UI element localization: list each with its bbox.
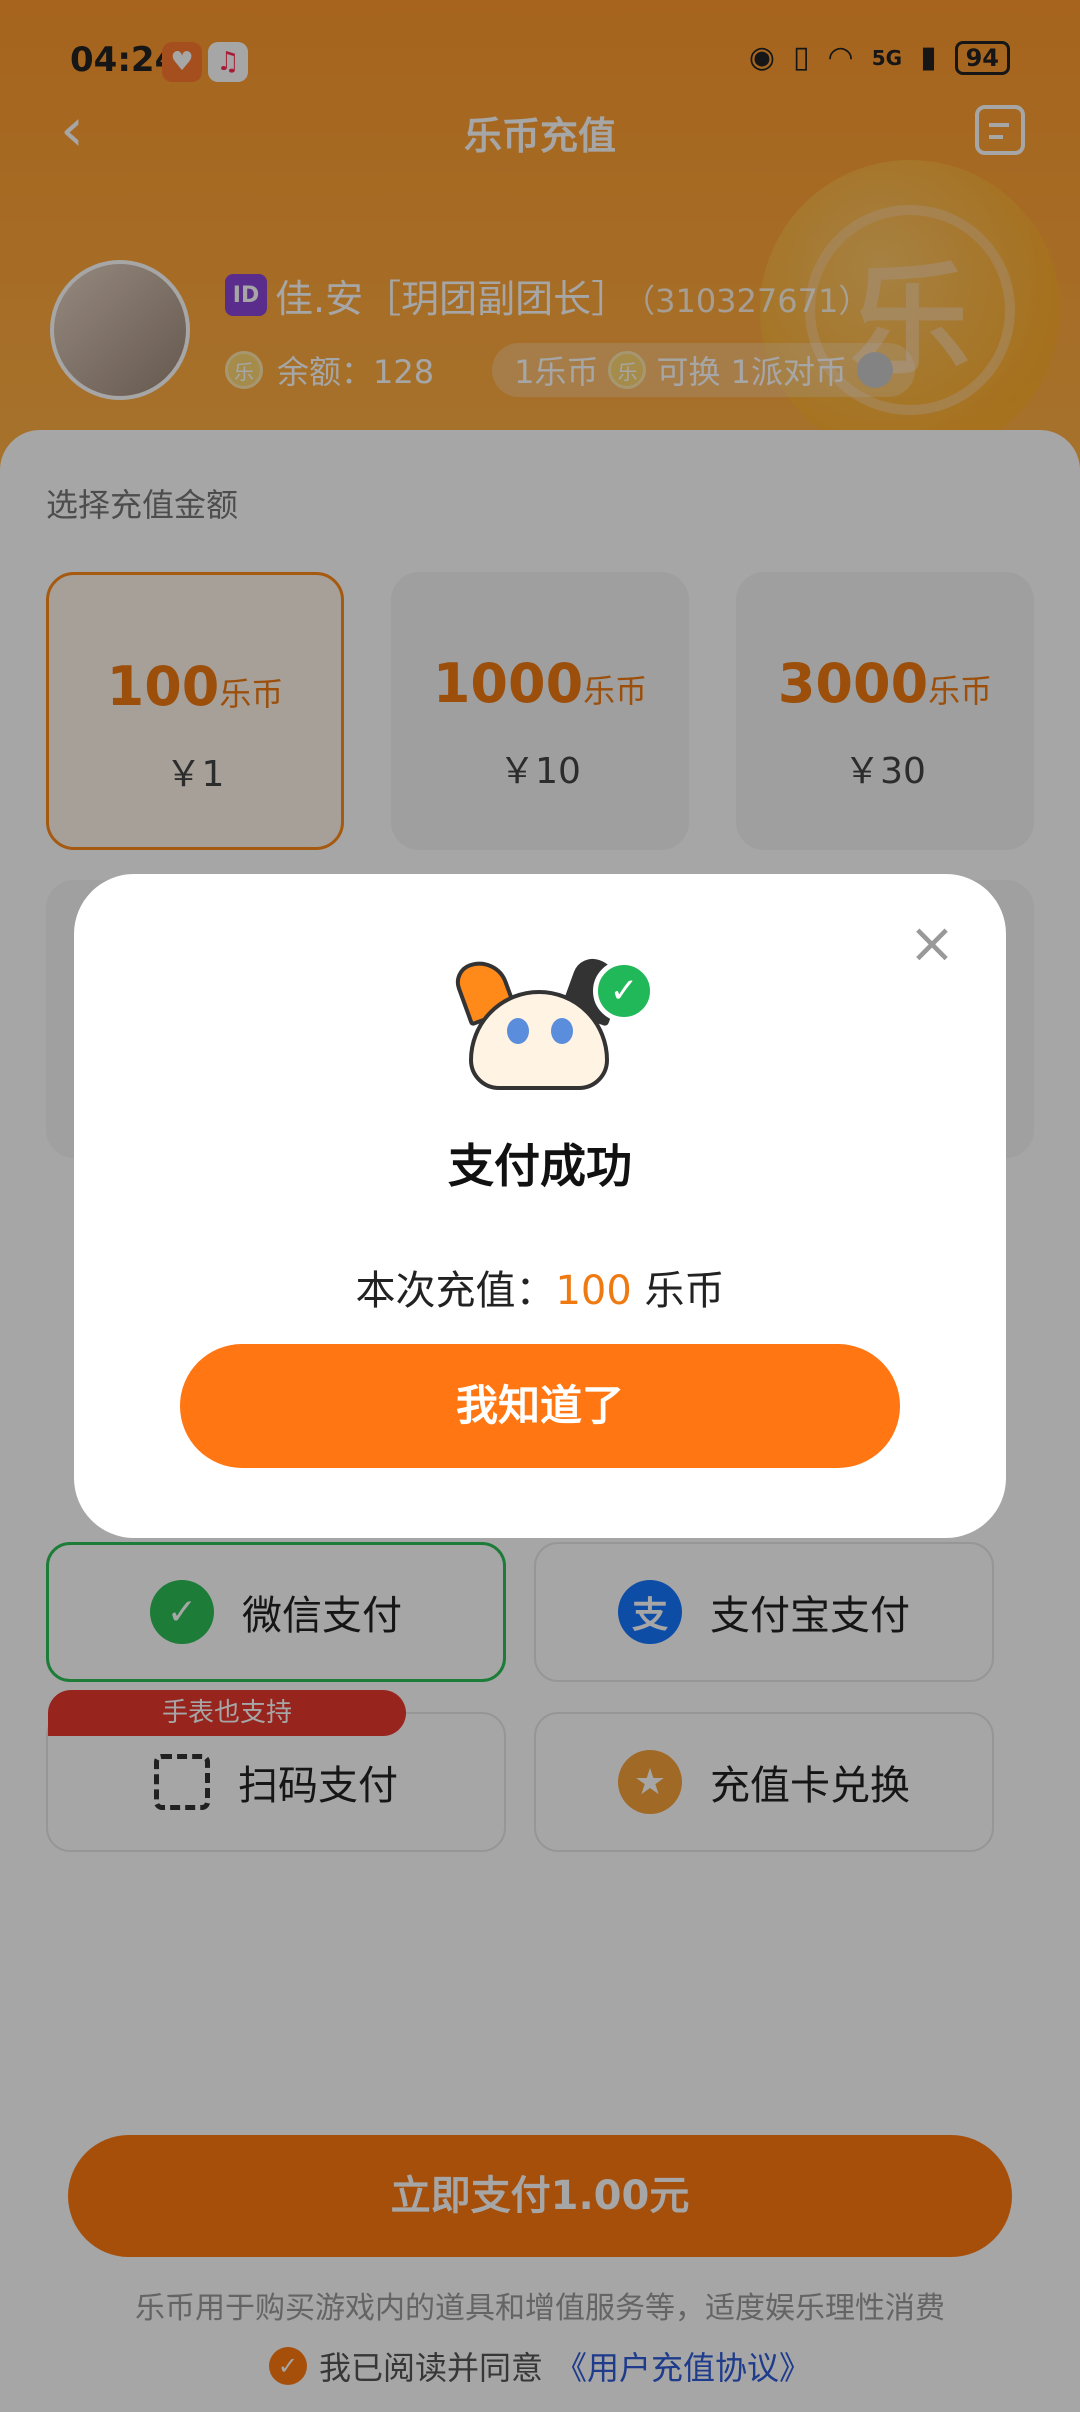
mascot-eye <box>507 1018 529 1044</box>
dialog-title: 支付成功 <box>448 1139 632 1193</box>
payment-success-dialog: × ✓ 支付成功 本次充值：100 乐币 我知道了 <box>74 874 1006 1538</box>
mascot-illustration: ✓ <box>450 953 655 1100</box>
mascot-eye <box>551 1018 573 1044</box>
desc-amount: 100 <box>555 1268 632 1314</box>
confirm-button[interactable]: 我知道了 <box>180 1344 900 1468</box>
success-check-icon: ✓ <box>593 960 655 1022</box>
dialog-description: 本次充值：100 乐币 <box>74 1258 1006 1316</box>
close-icon[interactable]: × <box>908 916 956 972</box>
desc-unit: 乐币 <box>644 1268 725 1314</box>
desc-prefix: 本次充值： <box>355 1268 556 1314</box>
